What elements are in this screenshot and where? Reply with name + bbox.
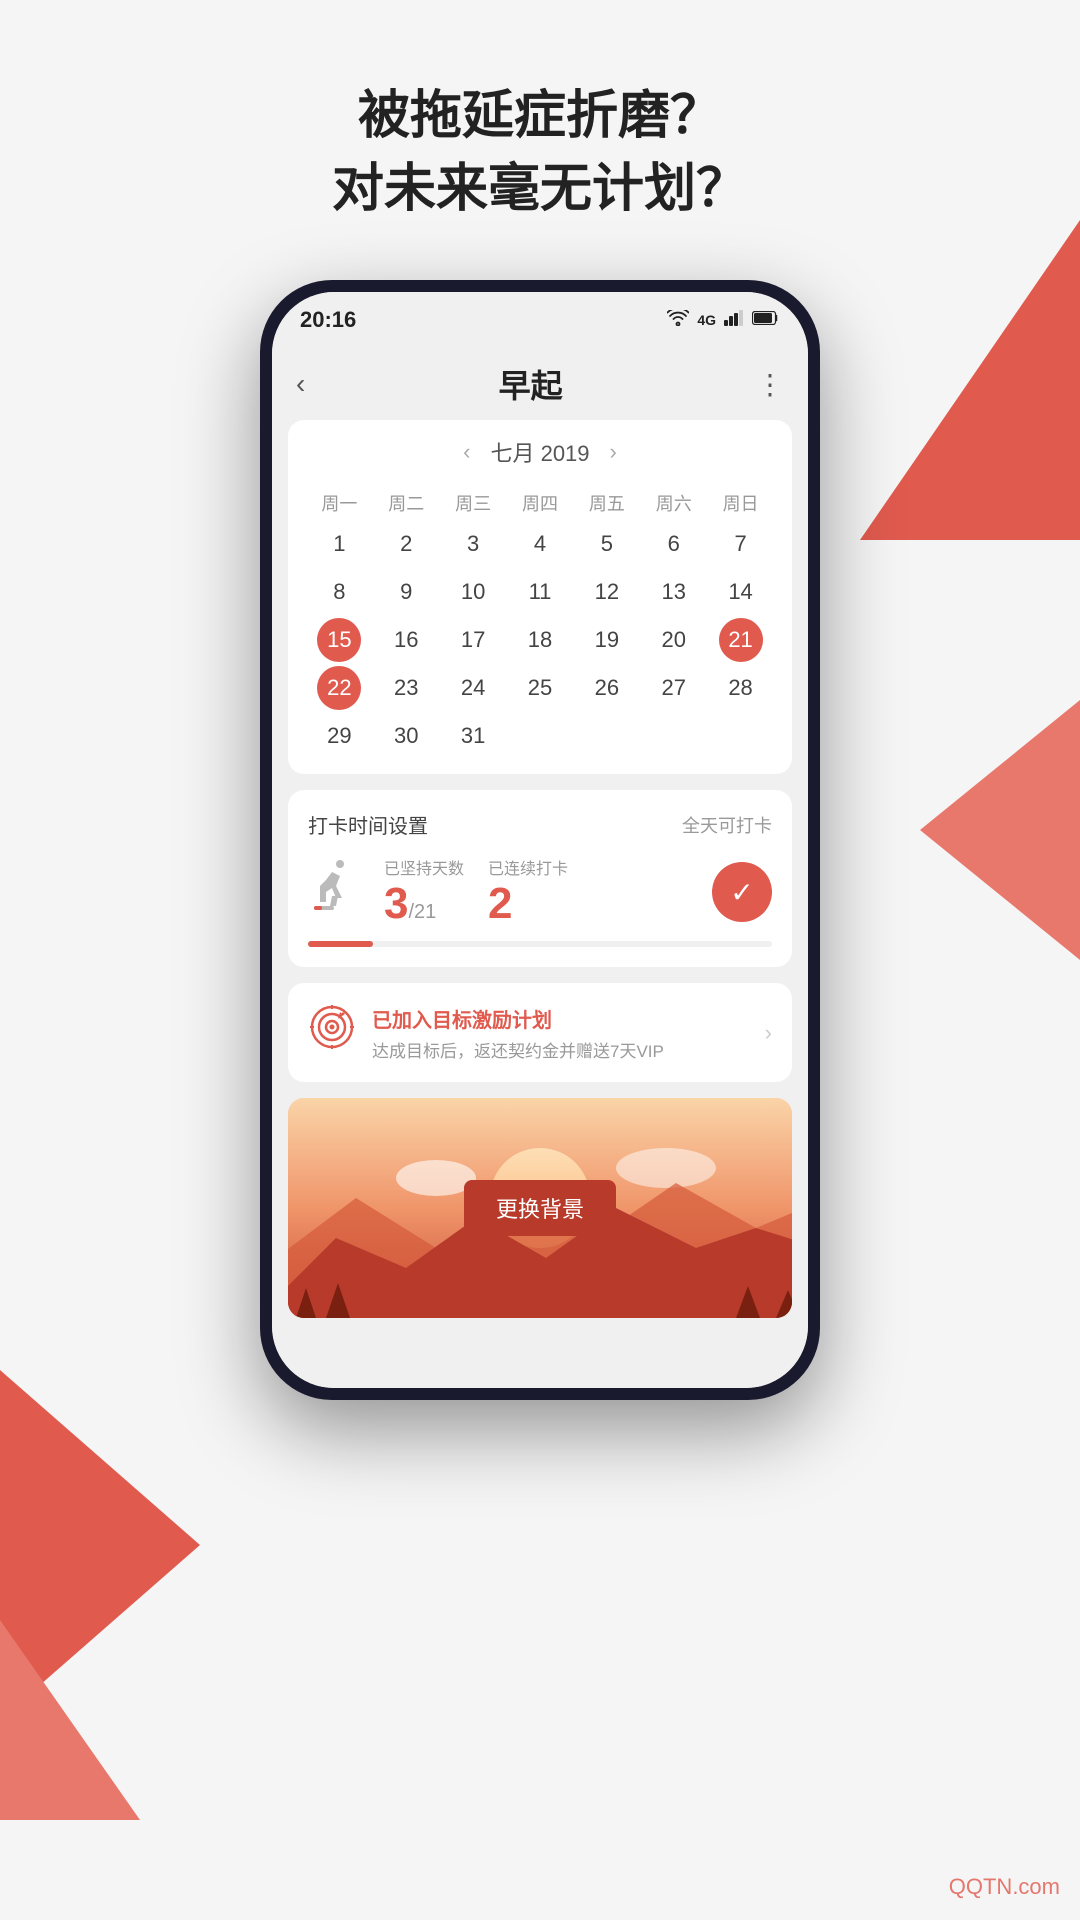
calendar-day[interactable]: 26 [585, 666, 629, 710]
calendar-day[interactable]: 29 [317, 714, 361, 758]
stats-card: 打卡时间设置 全天可打卡 [288, 790, 792, 967]
calendar-day[interactable]: 7 [719, 522, 763, 566]
calendar-day[interactable]: 4 [518, 522, 562, 566]
goal-subtitle: 达成目标后，返还契约金并赠送7天VIP [372, 1037, 749, 1062]
calendar-next-button[interactable]: › [610, 439, 617, 465]
calendar-day[interactable]: 21 [719, 618, 763, 662]
phone-outer-shell: 20:16 4G [260, 280, 820, 1400]
calendar-day[interactable]: 19 [585, 618, 629, 662]
background-card: 更换背景 [288, 1098, 792, 1318]
signal-bars-icon [724, 310, 744, 331]
status-icons: 4G [667, 310, 780, 331]
top-nav-bar: ‹ 早起 ⋮ [272, 348, 808, 420]
calendar-month-year: 七月 2019 [490, 436, 589, 468]
calendar-weekday: 周二 [375, 484, 438, 522]
calendar-weekday: 周三 [442, 484, 505, 522]
calendar-weekday: 周六 [642, 484, 705, 522]
back-chevron-icon: ‹ [296, 368, 305, 400]
calendar-day[interactable]: 9 [384, 570, 428, 614]
calendar-day[interactable]: 31 [451, 714, 495, 758]
goal-text-block: 已加入目标激励计划 达成目标后，返还契约金并赠送7天VIP [372, 1004, 749, 1062]
calendar-day[interactable]: 23 [384, 666, 428, 710]
persisted-label: 已坚持天数 [384, 855, 464, 879]
stats-card-header: 打卡时间设置 全天可打卡 [308, 810, 772, 839]
calendar-day[interactable]: 22 [317, 666, 361, 710]
calendar-days-grid: 1234567891011121314151617181920212223242… [308, 522, 772, 758]
phone-mockup: 20:16 4G [260, 280, 820, 1400]
calendar-day[interactable]: 20 [652, 618, 696, 662]
checkin-time-label: 打卡时间设置 [308, 810, 428, 839]
calendar-day[interactable]: 3 [451, 522, 495, 566]
bg-decoration-right-mid [920, 700, 1080, 960]
calendar-weekday: 周四 [509, 484, 572, 522]
calendar-day[interactable]: 8 [317, 570, 361, 614]
calendar-day[interactable]: 18 [518, 618, 562, 662]
progress-bar-fill [308, 941, 373, 947]
calendar-day[interactable]: 12 [585, 570, 629, 614]
calendar-weekday: 周五 [575, 484, 638, 522]
calendar-weekday: 周日 [709, 484, 772, 522]
calendar-day[interactable]: 24 [451, 666, 495, 710]
calendar-day[interactable]: 14 [719, 570, 763, 614]
calendar-day[interactable]: 5 [585, 522, 629, 566]
change-background-button[interactable]: 更换背景 [464, 1180, 616, 1236]
all-day-label: 全天可打卡 [682, 812, 772, 838]
wifi-icon [667, 310, 689, 331]
watermark: QQTN.com [949, 1874, 1060, 1900]
more-options-button[interactable]: ⋮ [756, 368, 784, 401]
calendar-day[interactable]: 16 [384, 618, 428, 662]
bg-decoration-top-right [860, 220, 1080, 540]
calendar-day[interactable]: 30 [384, 714, 428, 758]
header-line2: 对未来毫无计划？ [0, 153, 1080, 226]
calendar-prev-button[interactable]: ‹ [463, 439, 470, 465]
consecutive-checkin-stat: 已连续打卡 2 [488, 855, 568, 929]
consecutive-value: 2 [488, 879, 568, 929]
goal-arrow-icon: › [765, 1020, 772, 1046]
stats-body: 已坚持天数 3/21 已连续打卡 2 ✓ [308, 855, 772, 929]
calendar-grid: 周一周二周三周四周五周六周日 [308, 484, 772, 522]
calendar-day[interactable]: 28 [719, 666, 763, 710]
runner-icon [308, 860, 360, 924]
calendar-day[interactable]: 15 [317, 618, 361, 662]
calendar-day[interactable]: 1 [317, 522, 361, 566]
calendar-day[interactable]: 27 [652, 666, 696, 710]
back-button[interactable]: ‹ [296, 368, 305, 400]
header-text: 被拖延症折磨？ 对未来毫无计划？ [0, 80, 1080, 226]
persisted-value: 3/21 [384, 879, 464, 929]
content-area: ‹ 七月 2019 › 周一周二周三周四周五周六周日 1234567891011… [272, 420, 808, 1388]
calendar-day[interactable]: 25 [518, 666, 562, 710]
calendar-weekday: 周一 [308, 484, 371, 522]
calendar-header: ‹ 七月 2019 › [308, 436, 772, 468]
check-icon: ✓ [730, 876, 753, 909]
goal-title: 已加入目标激励计划 [372, 1004, 749, 1033]
calendar-day[interactable]: 13 [652, 570, 696, 614]
header-line1: 被拖延症折磨？ [0, 80, 1080, 153]
page-title: 早起 [499, 361, 563, 407]
consecutive-label: 已连续打卡 [488, 855, 568, 879]
calendar-day[interactable]: 6 [652, 522, 696, 566]
status-bar: 20:16 4G [272, 292, 808, 348]
calendar-day[interactable]: 17 [451, 618, 495, 662]
battery-icon [752, 311, 780, 330]
status-time: 20:16 [300, 307, 356, 333]
calendar-section: ‹ 七月 2019 › 周一周二周三周四周五周六周日 1234567891011… [288, 420, 792, 774]
checkin-button[interactable]: ✓ [712, 862, 772, 922]
calendar-day[interactable]: 10 [451, 570, 495, 614]
progress-bar [308, 941, 772, 947]
calendar-day[interactable]: 11 [518, 570, 562, 614]
calendar-day[interactable]: 2 [384, 522, 428, 566]
phone-screen: 20:16 4G [272, 292, 808, 1388]
target-icon [308, 1003, 356, 1062]
goal-card[interactable]: 已加入目标激励计划 达成目标后，返还契约金并赠送7天VIP › [288, 983, 792, 1082]
persisted-days-stat: 已坚持天数 3/21 [384, 855, 464, 929]
signal-icon: 4G [697, 312, 716, 328]
watermark-text: QQTN.com [949, 1874, 1060, 1899]
